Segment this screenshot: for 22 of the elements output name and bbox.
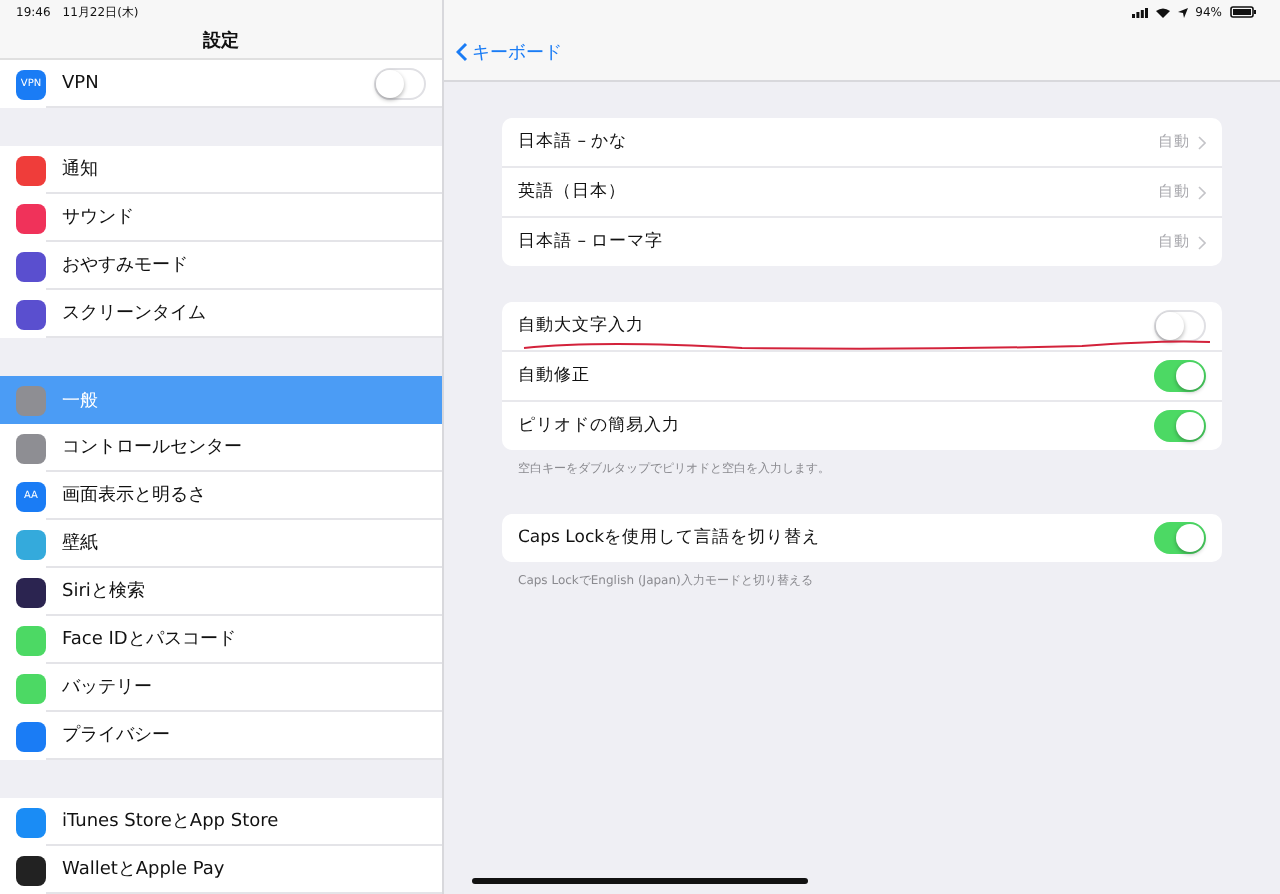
vpn-toggle[interactable]: [374, 67, 426, 99]
toggle-switch[interactable]: [1154, 310, 1206, 342]
chevron-icon: [1198, 185, 1206, 199]
battery-icon: [1230, 6, 1256, 18]
signal-icon: [1131, 7, 1148, 17]
row-label: 自動大文字入力: [518, 314, 646, 338]
toggle-switch[interactable]: [1154, 360, 1206, 392]
row-label: Caps Lockを使用して言語を切り替え: [518, 526, 823, 550]
chevron-icon: [1198, 235, 1206, 249]
wifi-icon: [1155, 7, 1170, 17]
row-label: 日本語 – かな: [518, 130, 630, 154]
toggle-switch[interactable]: [1154, 522, 1206, 554]
location-icon: [1177, 7, 1188, 17]
toggle-switch[interactable]: [1154, 410, 1206, 442]
chevron-icon: [1198, 135, 1206, 149]
sidebar-title: 設定: [201, 28, 241, 56]
back-button[interactable]: キーボード: [444, 24, 1280, 80]
row-label: 日本語 – ローマ字: [518, 230, 666, 254]
row-label: 自動修正: [518, 364, 592, 388]
row-label: 英語（日本）: [518, 180, 628, 204]
back-chevron-icon: [456, 42, 468, 62]
row-label: ピリオドの簡易入力: [518, 414, 682, 438]
